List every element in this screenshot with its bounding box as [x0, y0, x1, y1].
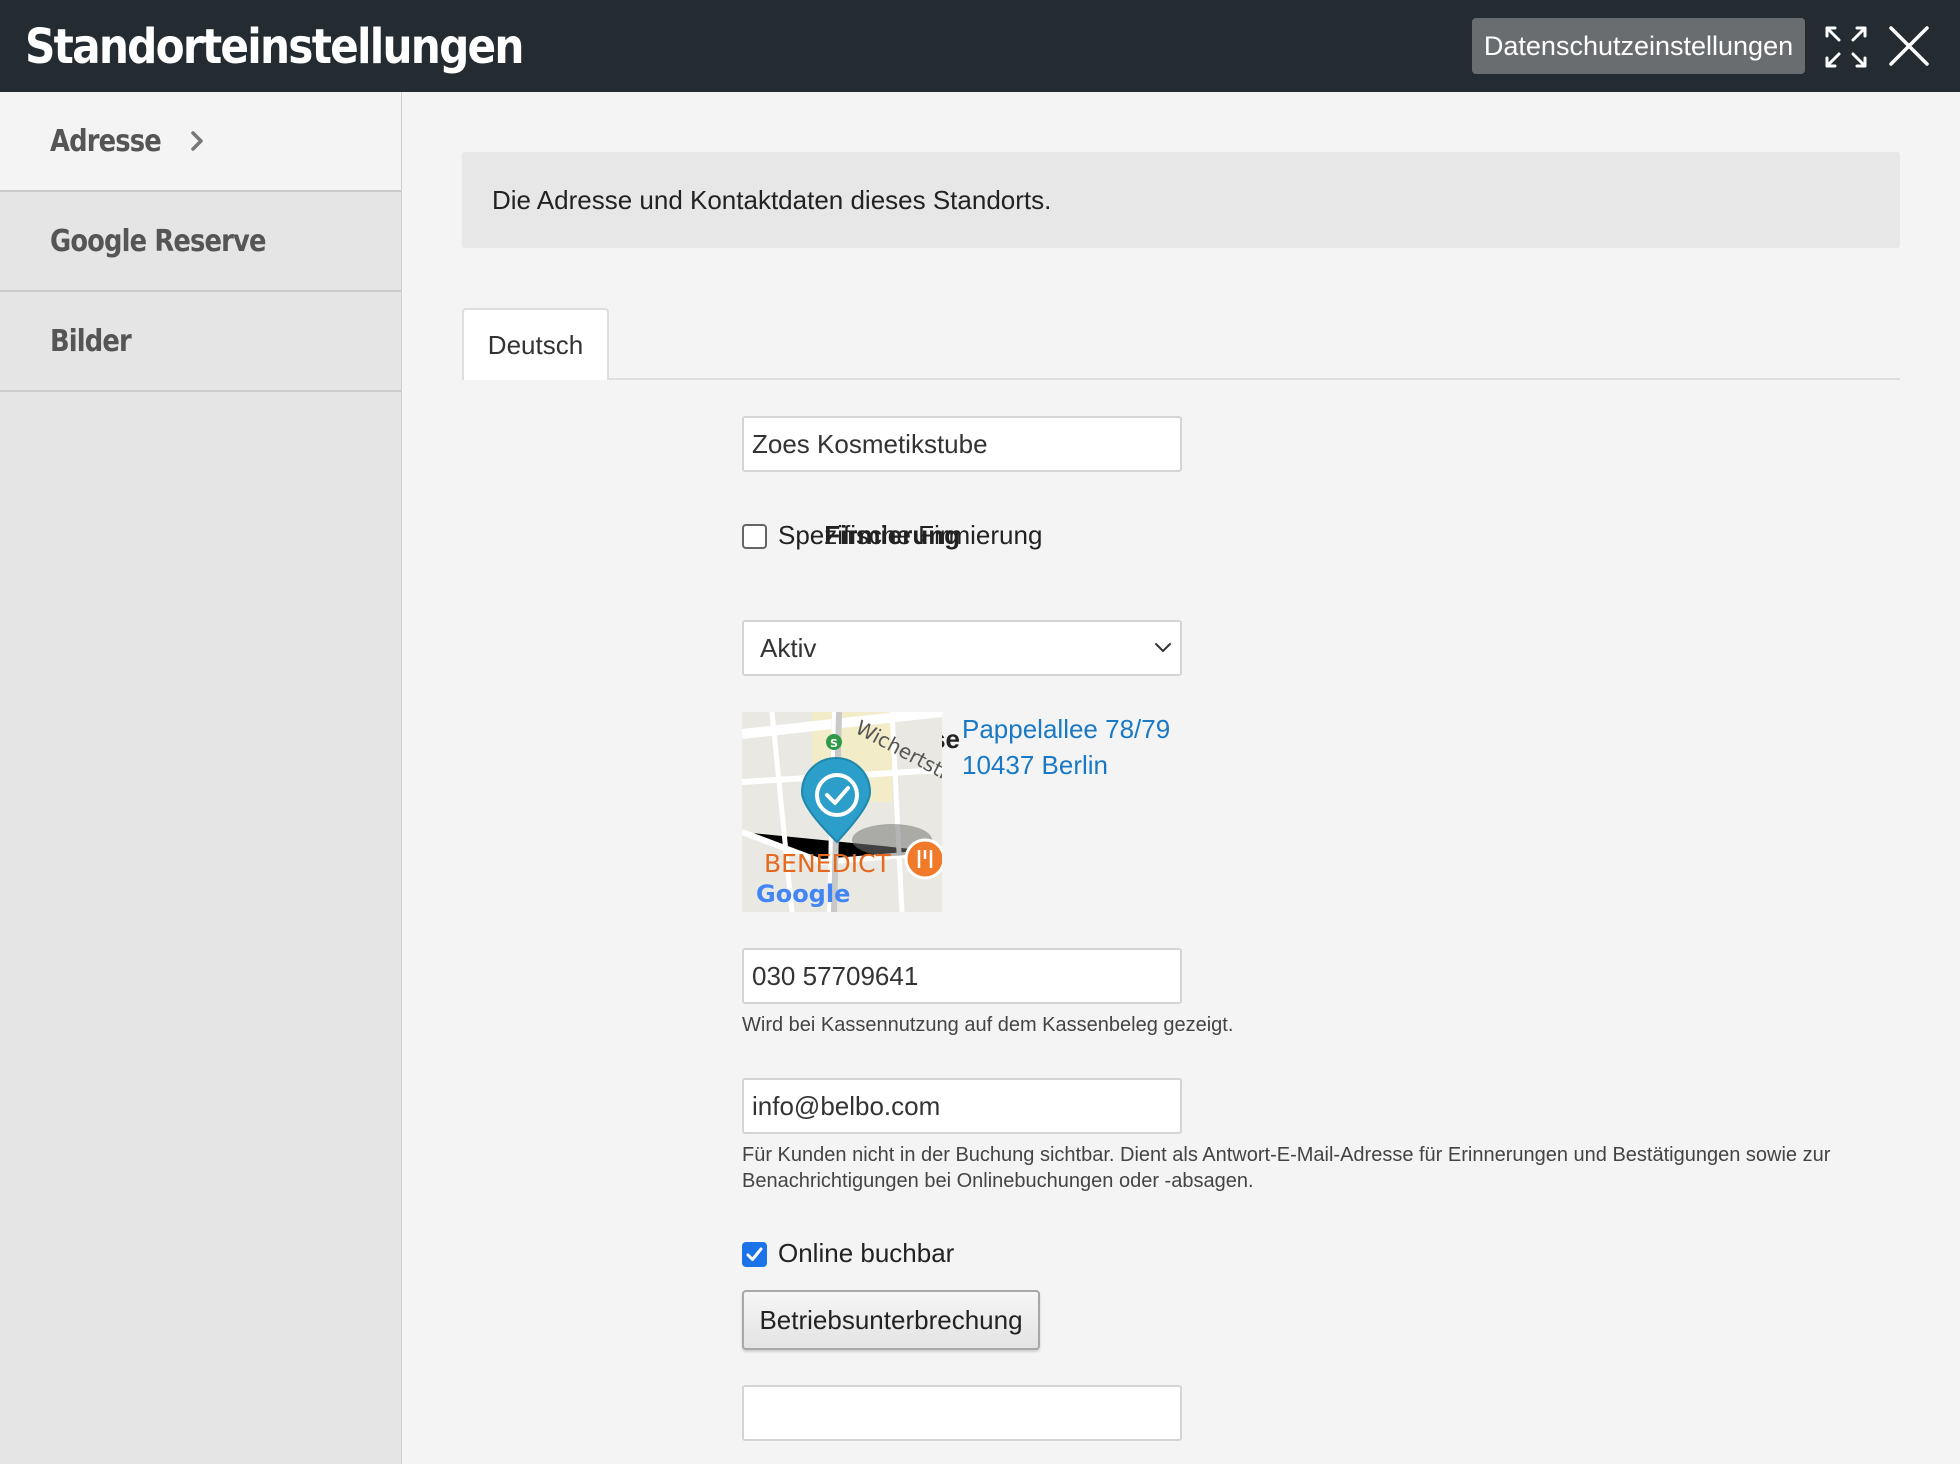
expand-icon[interactable] — [1824, 25, 1868, 69]
sidebar-item-label: Bilder — [50, 323, 132, 359]
main-content: Die Adresse und Kontaktdaten dieses Stan… — [402, 92, 1960, 1464]
business-name-input[interactable]: Zoes Kosmetikstube — [742, 416, 1182, 472]
sidebar-item-adresse[interactable]: Adresse — [0, 92, 401, 192]
sidebar-item-bilder[interactable]: Bilder — [0, 292, 401, 392]
google-logo: Google — [756, 880, 850, 908]
map-image: S Wichertstr BENEDICT Google — [742, 712, 942, 912]
svg-text:S: S — [830, 737, 838, 750]
online-bookable-label: Online buchbar — [778, 1238, 955, 1268]
tabs-divider — [462, 378, 1900, 380]
email-hint: Für Kunden nicht in der Buchung sichtbar… — [742, 1144, 1831, 1192]
status-selected-value: Aktiv — [760, 633, 817, 663]
map-thumbnail[interactable]: S Wichertstr BENEDICT Google — [742, 712, 942, 912]
sidebar: Adresse Google Reserve Bilder — [0, 92, 402, 1464]
map-poi-label: BENEDICT — [764, 849, 892, 878]
website-input[interactable] — [742, 1385, 1182, 1441]
title-bar: Standorteinstellungen Datenschutzeinstel… — [0, 0, 1960, 92]
sidebar-item-google-reserve[interactable]: Google Reserve — [0, 192, 401, 292]
chevron-down-icon — [1155, 643, 1171, 652]
privacy-settings-button[interactable]: Datenschutzeinstellungen — [1472, 18, 1805, 74]
page-title: Standorteinstellungen — [25, 19, 525, 75]
address-link-line1[interactable]: Pappelallee 78/79 — [962, 714, 1170, 745]
phone-hint: Wird bei Kassennutzung auf dem Kassenbel… — [742, 1014, 1234, 1036]
status-select[interactable]: Aktiv — [742, 620, 1182, 676]
sidebar-item-label: Adresse — [50, 123, 162, 159]
specific-firmierung-checkbox[interactable] — [742, 524, 767, 549]
checkmark-icon — [746, 1247, 763, 1261]
business-interruption-button[interactable]: Betriebsunterbrechung — [742, 1290, 1040, 1350]
address-link-line2[interactable]: 10437 Berlin — [962, 750, 1108, 781]
online-bookable-checkbox[interactable] — [742, 1242, 767, 1267]
sidebar-item-label: Google Reserve — [50, 223, 267, 259]
tab-deutsch[interactable]: Deutsch — [462, 308, 609, 380]
close-icon[interactable] — [1888, 25, 1930, 67]
email-input[interactable]: info@belbo.com — [742, 1078, 1182, 1134]
info-box: Die Adresse und Kontaktdaten dieses Stan… — [462, 152, 1900, 248]
chevron-right-icon — [191, 131, 203, 151]
specific-firmierung-label: Spezifische Firmierung — [778, 520, 1043, 550]
phone-input[interactable]: 030 57709641 — [742, 948, 1182, 1004]
